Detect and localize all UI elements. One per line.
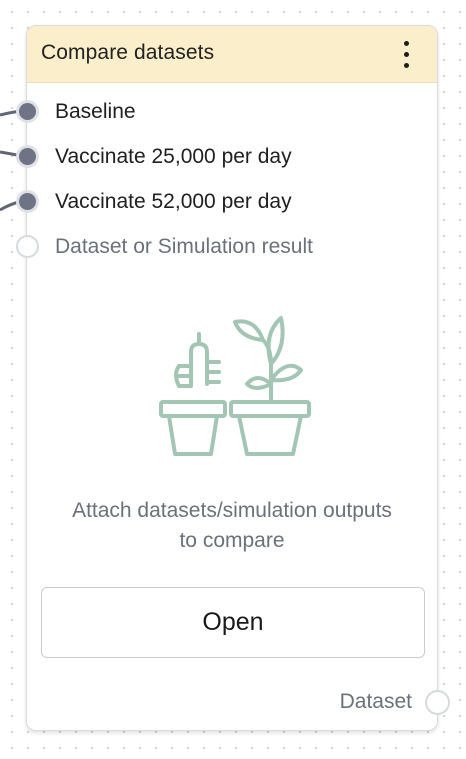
empty-state-message: Attach datasets/simulation outputs to co… [27,496,437,556]
node-title: Compare datasets [41,41,215,64]
node-header[interactable]: Compare datasets [27,26,437,83]
input-port-label: Vaccinate 52,000 per day [55,190,292,213]
input-port-vaccinate-52000[interactable]: Vaccinate 52,000 per day [1,186,421,216]
input-port-label: Vaccinate 25,000 per day [55,145,292,168]
input-port-empty[interactable]: Dataset or Simulation result [1,231,421,261]
potted-plants-icon [159,316,311,456]
input-port-label: Baseline [55,100,136,123]
input-port-dot[interactable] [16,190,39,213]
input-port-dot[interactable] [16,100,39,123]
compare-datasets-node[interactable]: Compare datasets Baseline Vaccinate 25,0… [16,25,450,731]
kebab-vertical-icon[interactable] [403,39,409,71]
output-port-dot[interactable] [425,690,450,715]
input-port-baseline[interactable]: Baseline [1,96,421,126]
input-port-vaccinate-25000[interactable]: Vaccinate 25,000 per day [1,141,421,171]
input-port-placeholder: Dataset or Simulation result [55,235,313,258]
output-port-dataset[interactable]: Dataset [250,688,450,718]
input-port-dot[interactable] [16,145,39,168]
open-button[interactable]: Open [41,587,425,658]
empty-message-line1: Attach datasets/simulation outputs [72,499,392,522]
empty-message-line2: to compare [179,529,285,552]
output-port-label: Dataset [339,690,412,713]
input-port-dot-empty[interactable] [16,235,39,258]
